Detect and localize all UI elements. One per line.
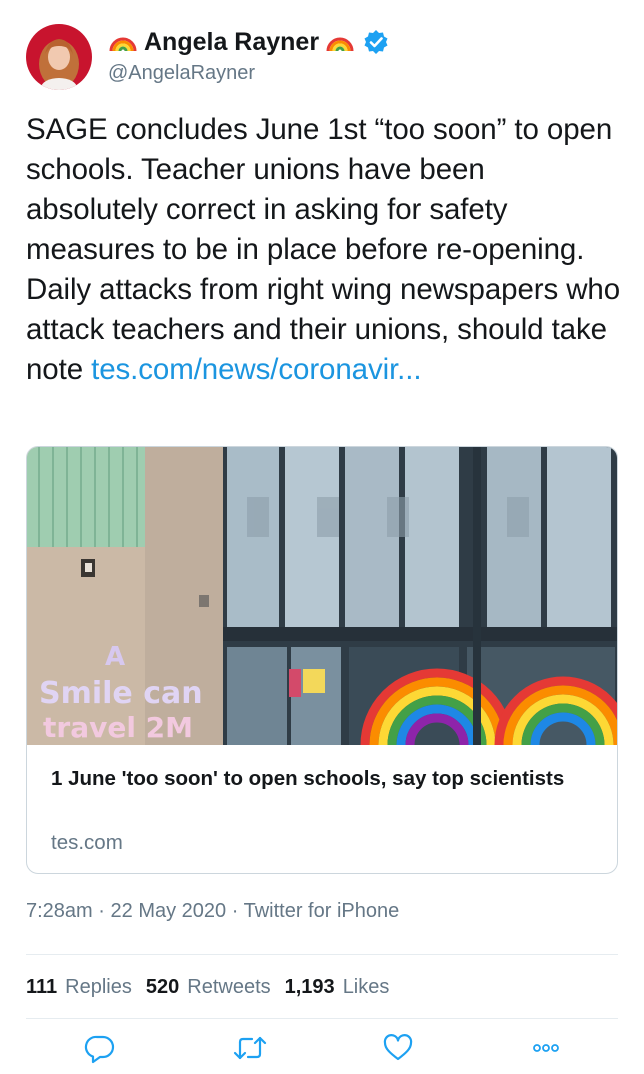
retweets-count: 520 [145, 975, 180, 998]
rainbow-icon [108, 31, 138, 53]
card-domain: tes.com [51, 831, 123, 854]
replies-count: 111 [26, 975, 58, 998]
tweet-source[interactable]: Twitter for iPhone [244, 900, 400, 922]
svg-text:A: A [105, 642, 125, 672]
retweet-icon[interactable] [232, 1032, 268, 1064]
tweet: Angela Rayner @AngelaRayner SAGE conclud… [0, 0, 644, 1074]
rainbow-icon [325, 31, 355, 53]
tweet-time[interactable]: 7:28am [26, 900, 93, 922]
divider [26, 1018, 618, 1019]
more-icon[interactable] [530, 1032, 562, 1064]
likes-label: Likes [342, 975, 390, 998]
retweets-label: Retweets [187, 975, 271, 998]
author-name-row: Angela Rayner [108, 26, 389, 58]
likes-count: 1,193 [284, 975, 335, 998]
display-name[interactable]: Angela Rayner [144, 28, 319, 57]
avatar[interactable] [26, 24, 92, 90]
tweet-body: SAGE concludes June 1st “too soon” to op… [26, 113, 621, 386]
meta-separator: · [98, 900, 105, 922]
svg-text:Smile can: Smile can [39, 676, 203, 711]
card-image[interactable]: A Smile can travel 2M [27, 447, 617, 746]
verified-badge-icon [363, 29, 389, 55]
reply-icon[interactable] [84, 1032, 116, 1064]
retweets-stat[interactable]: 520 Retweets [146, 976, 271, 999]
divider [26, 954, 618, 955]
svg-text:travel 2M: travel 2M [43, 711, 193, 744]
replies-stat[interactable]: 111 Replies [26, 976, 132, 999]
meta-separator: · [231, 900, 239, 922]
like-icon[interactable] [382, 1032, 414, 1064]
tweet-date[interactable]: 22 May 2020 [111, 900, 227, 922]
tweet-meta: 7:28am · 22 May 2020 · Twitter for iPhon… [26, 900, 399, 923]
tweet-text: SAGE concludes June 1st “too soon” to op… [26, 110, 622, 390]
tweet-link[interactable]: tes.com/news/coronavir... [91, 353, 421, 386]
link-card[interactable]: A Smile can travel 2M 1 June 'too soon' … [26, 446, 618, 874]
card-title[interactable]: 1 June 'too soon' to open schools, say t… [51, 763, 591, 795]
tweet-stats: 111 Replies 520 Retweets 1,193 Likes [26, 972, 403, 1002]
replies-label: Replies [65, 975, 132, 998]
likes-stat[interactable]: 1,193 Likes [285, 976, 390, 999]
author-handle[interactable]: @AngelaRayner [108, 62, 255, 85]
tweet-actions [0, 1032, 644, 1066]
